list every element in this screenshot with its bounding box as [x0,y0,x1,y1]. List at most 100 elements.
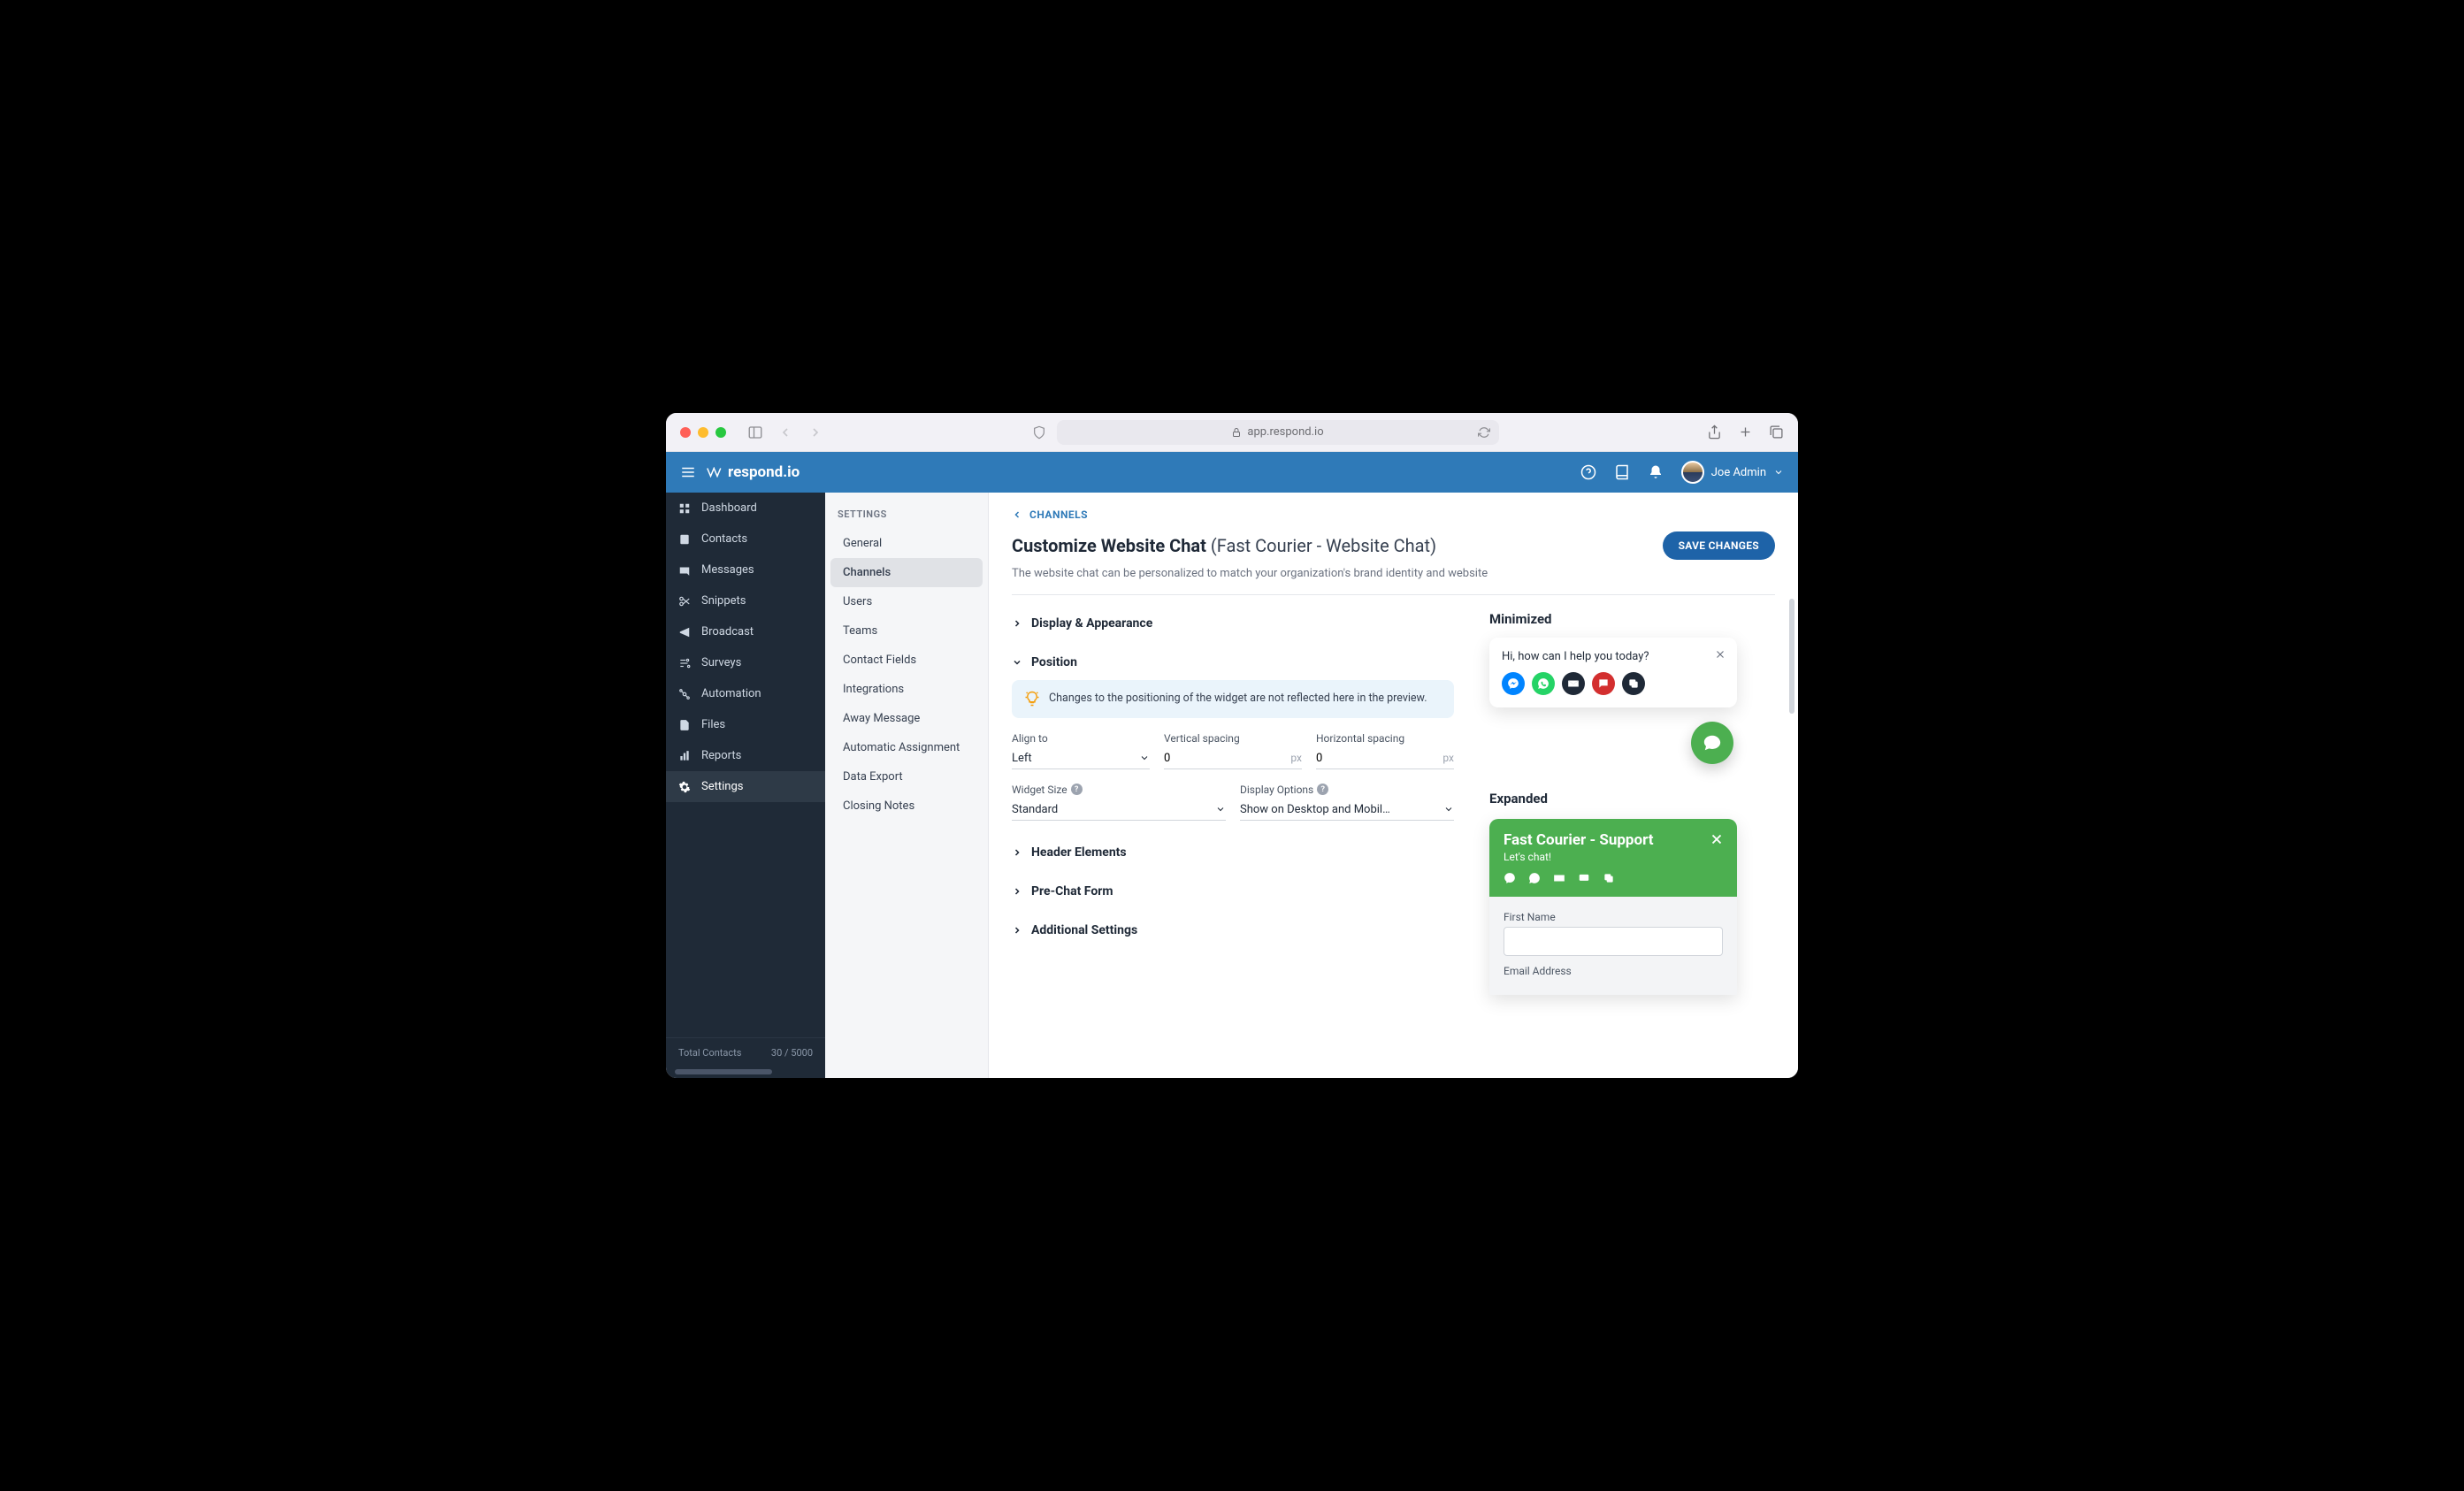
reload-icon[interactable] [1478,426,1490,439]
nav-snippets[interactable]: Snippets [666,585,825,616]
docs-icon[interactable] [1614,464,1630,480]
logo[interactable]: respond.io [707,463,800,481]
page-title: Customize Website Chat (Fast Courier - W… [1012,535,1436,556]
save-button[interactable]: SAVE CHANGES [1663,531,1775,560]
vertical-label: Vertical spacing [1164,732,1302,745]
settings-item-integrations[interactable]: Integrations [830,675,983,704]
settings-item-closing-notes[interactable]: Closing Notes [830,791,983,821]
nav-messages[interactable]: Messages [666,554,825,585]
chevron-right-icon [1012,618,1022,629]
expanded-subtitle: Let's chat! [1504,851,1723,863]
widget-size-label: Widget Size ? [1012,784,1226,796]
section-display-appearance[interactable]: Display & Appearance [1012,616,1454,631]
first-name-input[interactable] [1504,927,1723,956]
user-menu[interactable]: Joe Admin [1681,461,1784,484]
settings-item-channels[interactable]: Channels [830,558,983,587]
whatsapp-icon[interactable] [1532,672,1555,695]
close-icon[interactable] [1714,648,1726,661]
reports-icon [678,750,691,762]
preview-expanded-card: Fast Courier - Support Let's chat! [1489,819,1737,995]
whatsapp-icon[interactable] [1528,872,1541,884]
messenger-icon[interactable] [1502,672,1525,695]
tabs-icon[interactable] [1769,424,1784,440]
url-text: app.respond.io [1247,425,1323,439]
nav-broadcast[interactable]: Broadcast [666,616,825,647]
nav-settings[interactable]: Settings [666,771,825,802]
shield-icon[interactable] [1032,425,1046,440]
settings-title: SETTINGS [825,505,988,529]
chevron-down-icon [1773,467,1784,478]
snippets-icon [678,595,691,608]
settings-item-data-export[interactable]: Data Export [830,762,983,791]
nav-dashboard[interactable]: Dashboard [666,493,825,524]
display-options-select[interactable]: Show on Desktop and Mobil… [1240,799,1454,821]
share-icon[interactable] [1707,424,1722,440]
new-tab-icon[interactable] [1738,424,1753,440]
nav-automation[interactable]: Automation [666,678,825,709]
minimize-window-icon[interactable] [698,427,708,438]
bell-icon[interactable] [1648,464,1664,480]
settings-item-away-message[interactable]: Away Message [830,704,983,733]
messenger-icon[interactable] [1504,872,1516,884]
settings-item-users[interactable]: Users [830,587,983,616]
email-icon[interactable] [1553,872,1565,884]
help-icon[interactable]: ? [1317,784,1328,795]
section-header-elements[interactable]: Header Elements [1012,845,1454,860]
chevron-down-icon [1139,753,1150,763]
chevron-right-icon [1012,886,1022,897]
email-label: Email Address [1504,965,1723,977]
widget-size-select[interactable]: Standard [1012,799,1226,821]
sms-icon[interactable] [1592,672,1615,695]
settings-item-teams[interactable]: Teams [830,616,983,646]
align-select[interactable]: Left [1012,748,1150,769]
files-icon [678,719,691,731]
section-position[interactable]: Position [1012,655,1454,669]
chevron-left-icon [1012,509,1022,520]
nav-reports[interactable]: Reports [666,740,825,771]
vertical-input[interactable]: px [1164,748,1302,769]
preview-minimized-text: Hi, how can I help you today? [1502,650,1725,663]
chat-fab[interactable] [1691,722,1733,764]
display-options-label: Display Options ? [1240,784,1454,796]
dashboard-icon [678,502,691,515]
sidebar-icon[interactable] [747,424,763,440]
menu-icon[interactable] [680,464,696,480]
settings-item-automatic-assignment[interactable]: Automatic Assignment [830,733,983,762]
nav-scrollbar[interactable] [675,1069,772,1074]
preview-minimized-label: Minimized [1489,611,1737,627]
maximize-window-icon[interactable] [715,427,726,438]
back-icon[interactable] [777,425,793,440]
content-scrollbar[interactable] [1789,599,1794,714]
help-icon[interactable]: ? [1071,784,1083,795]
forward-icon[interactable] [807,425,823,440]
primary-nav: Dashboard Contacts Messages Snippets Bro… [666,493,825,1078]
section-additional[interactable]: Additional Settings [1012,923,1454,937]
email-icon[interactable] [1562,672,1585,695]
close-icon[interactable] [1709,831,1725,847]
breadcrumb[interactable]: CHANNELS [1012,508,1775,521]
expanded-title: Fast Courier - Support [1504,831,1723,849]
section-prechat[interactable]: Pre-Chat Form [1012,884,1454,898]
nav-files[interactable]: Files [666,709,825,740]
tip-box: Changes to the positioning of the widget… [1012,680,1454,718]
horizontal-label: Horizontal spacing [1316,732,1454,745]
surveys-icon [678,657,691,669]
url-bar[interactable]: app.respond.io [1057,420,1499,445]
settings-item-contact-fields[interactable]: Contact Fields [830,646,983,675]
chevron-down-icon [1215,804,1226,814]
horizontal-input[interactable]: px [1316,748,1454,769]
webchat-icon[interactable] [1603,872,1615,884]
first-name-label: First Name [1504,911,1723,923]
nav-surveys[interactable]: Surveys [666,647,825,678]
broadcast-icon [678,626,691,638]
contacts-icon [678,533,691,546]
app-header: respond.io Joe Admin [666,452,1798,493]
settings-nav: SETTINGS General Channels Users Teams Co… [825,493,989,1078]
settings-item-general[interactable]: General [830,529,983,558]
nav-contacts[interactable]: Contacts [666,524,825,554]
close-window-icon[interactable] [680,427,691,438]
help-icon[interactable] [1580,464,1596,480]
traffic-lights [680,427,726,438]
sms-icon[interactable] [1578,872,1590,884]
webchat-icon[interactable] [1622,672,1645,695]
